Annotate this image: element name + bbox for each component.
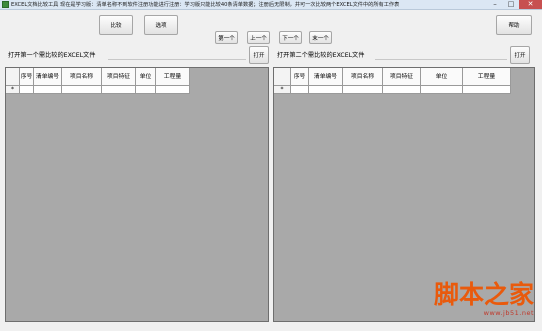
right-col-header-feature[interactable]: 项目特征	[383, 68, 421, 86]
left-col-header-quantity[interactable]: 工程量	[156, 68, 190, 86]
right-col-header-seq[interactable]: 序号	[291, 68, 309, 86]
next-diff-button[interactable]: 下一个	[279, 31, 302, 44]
window-title: EXCEL文档比较工具 现在是学习版：清单名称不到软件注册功能进行注册：学习版只…	[11, 2, 400, 8]
help-button[interactable]: 帮助	[496, 15, 532, 35]
prev-diff-button[interactable]: 上一个	[247, 31, 270, 44]
right-new-cell-code[interactable]	[309, 86, 343, 94]
right-new-cell-seq[interactable]	[291, 86, 309, 94]
right-new-row[interactable]: *	[274, 86, 511, 94]
left-new-cell-feature[interactable]	[102, 86, 136, 94]
compare-button[interactable]: 比较	[99, 15, 133, 35]
open-right-file-button[interactable]: 打开	[510, 46, 530, 64]
right-new-cell-name[interactable]	[343, 86, 383, 94]
site-watermark: 脚本之家 www.jb51.net	[374, 280, 534, 318]
right-col-header-code[interactable]: 清单编号	[309, 68, 343, 86]
app-icon	[2, 1, 9, 8]
left-row-header-corner[interactable]	[6, 68, 20, 86]
left-new-cell-seq[interactable]	[20, 86, 34, 94]
open-left-file-button[interactable]: 打开	[249, 46, 269, 64]
minimize-button[interactable]: –	[487, 0, 503, 9]
right-col-header-quantity[interactable]: 工程量	[463, 68, 511, 86]
right-file-label: 打开第二个需比较的EXCEL文件	[277, 52, 365, 59]
left-grid-header: 序号 清单编号 项目名称 项目特征 单位 工程量	[6, 68, 190, 86]
title-bar: EXCEL文档比较工具 现在是学习版：清单名称不到软件注册功能进行注册：学习版只…	[0, 0, 542, 10]
right-col-header-unit[interactable]: 单位	[421, 68, 463, 86]
left-new-row[interactable]: *	[6, 86, 190, 94]
left-label-divider	[108, 59, 246, 60]
right-col-header-name[interactable]: 项目名称	[343, 68, 383, 86]
watermark-url: www.jb51.net	[483, 309, 534, 317]
left-col-header-feature[interactable]: 项目特征	[102, 68, 136, 86]
left-new-row-marker: *	[6, 86, 20, 94]
options-button[interactable]: 选项	[144, 15, 178, 35]
right-row-header-corner[interactable]	[274, 68, 291, 86]
last-diff-button[interactable]: 末一个	[309, 31, 332, 44]
left-data-grid[interactable]: 序号 清单编号 项目名称 项目特征 单位 工程量 *	[5, 67, 269, 322]
close-button[interactable]: ✕	[519, 0, 542, 9]
right-new-row-marker: *	[274, 86, 291, 94]
first-diff-button[interactable]: 第一个	[215, 31, 238, 44]
left-new-cell-quantity[interactable]	[156, 86, 190, 94]
left-col-header-code[interactable]: 清单编号	[34, 68, 62, 86]
maximize-button[interactable]: □	[503, 0, 519, 9]
left-file-label: 打开第一个需比较的EXCEL文件	[8, 52, 96, 59]
left-col-header-name[interactable]: 项目名称	[62, 68, 102, 86]
right-new-cell-quantity[interactable]	[463, 86, 511, 94]
right-grid-header: 序号 清单编号 项目名称 项目特征 单位 工程量	[274, 68, 511, 86]
right-new-cell-unit[interactable]	[421, 86, 463, 94]
right-new-cell-feature[interactable]	[383, 86, 421, 94]
left-col-header-seq[interactable]: 序号	[20, 68, 34, 86]
left-new-cell-code[interactable]	[34, 86, 62, 94]
left-col-header-unit[interactable]: 单位	[136, 68, 156, 86]
left-new-cell-name[interactable]	[62, 86, 102, 94]
right-label-divider	[375, 59, 507, 60]
left-new-cell-unit[interactable]	[136, 86, 156, 94]
watermark-logo: 脚本之家	[433, 280, 534, 309]
